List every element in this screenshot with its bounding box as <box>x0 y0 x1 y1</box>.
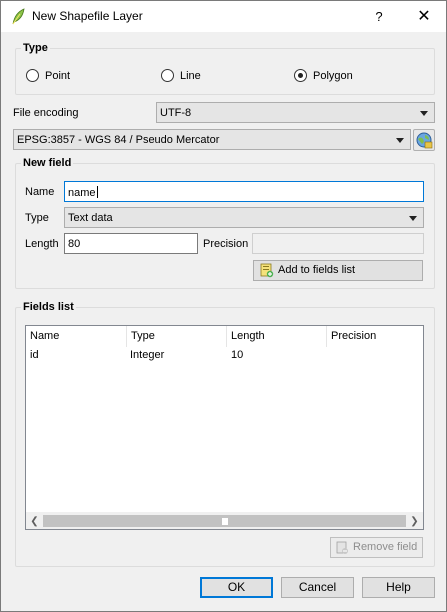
scroll-right-icon[interactable]: ❯ <box>406 513 423 529</box>
field-type-value: Text data <box>68 212 113 224</box>
crs-select[interactable]: EPSG:3857 - WGS 84 / Pseudo Mercator <box>13 129 411 150</box>
file-encoding-select[interactable]: UTF-8 <box>156 102 435 123</box>
title-bar: New Shapefile Layer ? ✕ <box>1 1 446 32</box>
add-to-fields-list-button[interactable]: Add to fields list <box>253 260 423 281</box>
radio-point-circle[interactable] <box>26 69 39 82</box>
radio-point-label: Point <box>45 69 71 82</box>
cell-length: 10 <box>231 349 244 361</box>
fields-table[interactable]: Name Type Length Precision id Integer 10… <box>25 325 424 530</box>
table-row[interactable]: id Integer 10 <box>26 347 423 365</box>
type-label: Type <box>25 212 49 224</box>
cell-type: Integer <box>130 349 165 361</box>
radio-polygon-label: Polygon <box>313 69 353 82</box>
name-field-value: name <box>68 187 96 199</box>
radio-line[interactable]: Line <box>161 69 201 82</box>
qgis-leaf-icon <box>12 8 25 25</box>
field-type-select[interactable]: Text data <box>64 207 424 228</box>
length-field-value: 80 <box>68 238 81 250</box>
cell-name: id <box>30 349 39 361</box>
column-header-type[interactable]: Type <box>127 326 227 347</box>
help-button[interactable]: Help <box>362 577 435 598</box>
globe-icon <box>416 132 433 149</box>
remove-field-button[interactable]: Remove field <box>330 537 423 558</box>
length-label: Length <box>25 238 59 250</box>
scroll-left-icon[interactable]: ❮ <box>26 513 43 529</box>
precision-field[interactable] <box>252 233 424 254</box>
horizontal-scrollbar[interactable]: ❮ ❯ <box>26 512 423 529</box>
scrollbar-thumb[interactable] <box>43 515 406 527</box>
radio-point[interactable]: Point <box>26 69 70 82</box>
column-header-precision[interactable]: Precision <box>327 326 423 347</box>
name-label: Name <box>25 186 55 198</box>
add-field-icon <box>260 263 274 278</box>
crs-value: EPSG:3857 - WGS 84 / Pseudo Mercator <box>17 134 220 146</box>
chevron-down-icon <box>420 111 428 116</box>
column-header-length[interactable]: Length <box>227 326 327 347</box>
radio-line-circle[interactable] <box>161 69 174 82</box>
precision-label: Precision <box>203 238 249 250</box>
new-shapefile-layer-dialog: New Shapefile Layer ? ✕ Type Point Line … <box>0 0 447 612</box>
remove-field-icon <box>336 541 348 554</box>
radio-line-label: Line <box>180 69 201 82</box>
title-help-button[interactable]: ? <box>364 5 394 29</box>
type-group-title: Type <box>21 42 50 54</box>
name-field[interactable]: name <box>64 181 424 202</box>
length-field[interactable]: 80 <box>64 233 198 254</box>
chevron-down-icon <box>396 138 404 143</box>
crs-selector-button[interactable] <box>413 129 435 151</box>
file-encoding-label: File encoding <box>13 107 79 119</box>
fields-list-group-title: Fields list <box>21 301 76 313</box>
file-encoding-value: UTF-8 <box>160 107 192 119</box>
add-to-fields-list-label: Add to fields list <box>278 264 356 276</box>
cancel-button[interactable]: Cancel <box>281 577 354 598</box>
remove-field-label: Remove field <box>353 541 418 553</box>
type-group <box>15 48 435 95</box>
radio-polygon-circle[interactable] <box>294 69 307 82</box>
chevron-down-icon <box>409 216 417 221</box>
text-caret <box>96 186 98 198</box>
scrollbar-grip <box>220 517 229 526</box>
ok-button[interactable]: OK <box>200 577 273 598</box>
radio-polygon[interactable]: Polygon <box>294 69 353 82</box>
column-header-name[interactable]: Name <box>26 326 127 347</box>
window-title: New Shapefile Layer <box>32 9 143 23</box>
new-field-group-title: New field <box>21 157 74 169</box>
close-button[interactable]: ✕ <box>409 5 439 29</box>
